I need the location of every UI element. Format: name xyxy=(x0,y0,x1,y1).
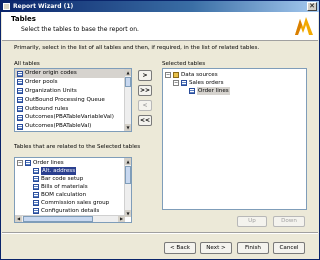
collapse-icon[interactable]: − xyxy=(165,72,171,78)
tree-label: Order lines xyxy=(33,160,64,166)
data-source-icon xyxy=(173,72,179,78)
move-down-button[interactable]: Down xyxy=(273,216,305,227)
list-item-label: Outbound rules xyxy=(25,105,69,112)
tree-label: Sales orders xyxy=(189,80,224,86)
table-icon xyxy=(33,208,39,214)
scroll-thumb[interactable] xyxy=(125,166,131,184)
window-title: Report Wizard (1) xyxy=(13,3,74,10)
related-tables-label: Tables that are related to the Selected … xyxy=(14,144,141,150)
tree-label: Configuration details xyxy=(41,208,100,214)
list-item-label: Organization Units xyxy=(25,87,77,94)
instruction-text: Primarily, select in the list of all tab… xyxy=(14,45,260,51)
tree-label: Bills of materials xyxy=(41,184,88,190)
tree-label: BOM calculation xyxy=(41,192,87,198)
dynamics-logo-icon xyxy=(295,17,313,35)
list-item[interactable]: Organization Units xyxy=(15,87,131,96)
all-tables-list[interactable]: Order origin codes Order pools Organizatio… xyxy=(14,68,132,132)
related-tables-tree[interactable]: − Order lines Alt. address Bar code setup… xyxy=(14,157,132,223)
scroll-right-arrow-icon[interactable]: ▶ xyxy=(118,216,125,222)
report-wizard-window: Report Wizard (1) ✕ Tables Select the ta… xyxy=(0,0,320,260)
list-item[interactable]: OutBound Processing Queue xyxy=(15,96,131,105)
add-all-tables-button[interactable]: >> xyxy=(138,85,152,96)
footer-separator xyxy=(2,232,318,234)
table-icon xyxy=(17,97,23,104)
scroll-down-arrow-icon[interactable]: ▼ xyxy=(125,124,131,131)
table-icon xyxy=(181,80,187,86)
all-tables-label: All tables xyxy=(14,61,40,67)
collapse-icon[interactable]: − xyxy=(173,80,179,86)
table-icon xyxy=(17,114,23,121)
app-icon xyxy=(3,3,10,10)
wizard-header: Tables Select the tables to base the rep… xyxy=(2,12,318,41)
collapse-icon[interactable]: − xyxy=(17,160,23,166)
table-icon xyxy=(17,123,23,130)
remove-table-button[interactable]: < xyxy=(138,100,152,111)
table-icon xyxy=(33,200,39,206)
list-item[interactable]: Outbound rules xyxy=(15,105,131,114)
table-icon xyxy=(17,79,23,86)
table-icon xyxy=(17,70,23,77)
close-button[interactable]: ✕ xyxy=(307,2,317,11)
scroll-left-arrow-icon[interactable]: ◀ xyxy=(15,216,22,222)
selected-tables-label: Selected tables xyxy=(162,61,206,67)
table-icon xyxy=(33,184,39,190)
table-icon xyxy=(33,192,39,198)
table-icon xyxy=(33,168,39,174)
list-item[interactable]: Order pools xyxy=(15,78,131,87)
scroll-thumb[interactable] xyxy=(125,77,131,87)
finish-button[interactable]: Finish xyxy=(237,242,269,254)
scroll-down-arrow-icon[interactable]: ▼ xyxy=(125,210,131,217)
list-item[interactable]: Outcomes(PBATableVariableVal) xyxy=(15,113,131,122)
list-item[interactable]: Outcomes(PBATableVal) xyxy=(15,122,131,131)
table-icon xyxy=(33,176,39,182)
add-table-button[interactable]: > xyxy=(138,70,152,81)
title-bar: Report Wizard (1) ✕ xyxy=(1,1,319,12)
table-icon xyxy=(25,160,31,166)
hscroll-thumb[interactable] xyxy=(23,216,93,222)
table-icon xyxy=(189,88,195,94)
scroll-up-arrow-icon[interactable]: ▲ xyxy=(125,158,131,165)
tree-label: Alt. address xyxy=(41,167,77,175)
move-up-button[interactable]: Up xyxy=(237,216,267,227)
list-item-label: Outcomes(PBATableVariableVal) xyxy=(25,114,114,121)
selected-tables-tree[interactable]: − Data sources − Sales orders Order line… xyxy=(162,68,307,210)
tree-label: Bar code setup xyxy=(41,176,84,182)
tree-label: Commission sales group xyxy=(41,200,110,206)
next-button[interactable]: Next > xyxy=(200,242,232,254)
list-item-label: Order pools xyxy=(25,78,58,85)
related-tables-hscrollbar[interactable]: ◀ ▶ xyxy=(15,215,125,222)
table-icon xyxy=(17,88,23,95)
back-button[interactable]: < Back xyxy=(164,242,196,254)
page-subtitle: Select the tables to base the report on. xyxy=(21,26,139,33)
list-item-label: Order origin codes xyxy=(25,70,77,76)
scroll-up-arrow-icon[interactable]: ▲ xyxy=(125,69,131,76)
list-item-label: Outcomes(PBATableVal) xyxy=(25,123,92,130)
list-item-label: OutBound Processing Queue xyxy=(25,96,105,103)
remove-all-tables-button[interactable]: << xyxy=(138,115,152,126)
related-tables-scrollbar[interactable]: ▲ ▼ xyxy=(124,158,131,217)
all-tables-scrollbar[interactable]: ▲ ▼ xyxy=(124,69,131,131)
page-title: Tables xyxy=(11,15,36,23)
cancel-button[interactable]: Cancel xyxy=(273,242,305,254)
tree-label: Data sources xyxy=(181,72,218,78)
list-item[interactable]: Order origin codes xyxy=(15,69,131,78)
table-icon xyxy=(17,106,23,113)
tree-label: Order lines xyxy=(197,87,230,95)
